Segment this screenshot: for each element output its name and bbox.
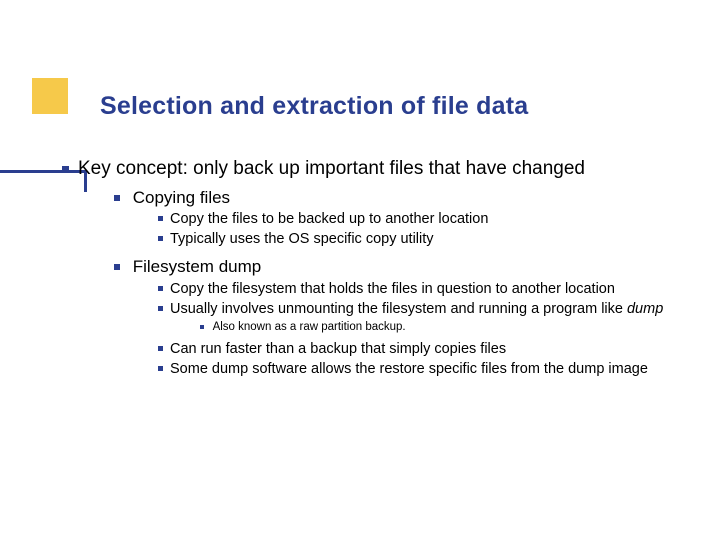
bullet-lvl2: Copy the files to be backed up to anothe… [158, 210, 690, 228]
bullet-lvl2: Can run faster than a backup that simply… [158, 340, 690, 358]
square-bullet-icon [62, 166, 69, 173]
lvl0-text: Key concept: only back up important file… [78, 158, 690, 181]
square-bullet-icon [114, 264, 120, 270]
lvl2-text: Can run faster than a backup that simply… [170, 340, 690, 358]
lvl2-text: Usually involves unmounting the filesyst… [170, 300, 690, 318]
bullet-lvl1: Copying files [114, 187, 690, 208]
bullet-lvl2: Copy the filesystem that holds the files… [158, 280, 690, 298]
decor-square [32, 78, 68, 114]
square-bullet-icon [158, 216, 163, 221]
bullet-lvl1: Filesystem dump [114, 256, 690, 277]
lvl1-text: Copying files [133, 188, 230, 207]
lvl2-text: Some dump software allows the restore sp… [170, 360, 690, 378]
bullet-lvl2: Some dump software allows the restore sp… [158, 360, 690, 378]
bullet-lvl3: Also known as a raw partition backup. [200, 320, 690, 334]
lvl2-text: Typically uses the OS specific copy util… [170, 230, 690, 248]
square-bullet-icon [200, 325, 204, 329]
lvl3-text: Also known as a raw partition backup. [213, 321, 406, 333]
bullet-lvl2: Typically uses the OS specific copy util… [158, 230, 690, 248]
slide-body: Key concept: only back up important file… [62, 158, 690, 378]
square-bullet-icon [158, 366, 163, 371]
square-bullet-icon [158, 286, 163, 291]
slide-title: Selection and extraction of file data [100, 92, 528, 121]
bullet-lvl0: Key concept: only back up important file… [62, 158, 690, 181]
square-bullet-icon [158, 346, 163, 351]
square-bullet-icon [114, 195, 120, 201]
lvl2-text: Copy the filesystem that holds the files… [170, 280, 690, 298]
slide: Selection and extraction of file data Ke… [0, 0, 720, 540]
lvl2-text: Copy the files to be backed up to anothe… [170, 210, 690, 228]
square-bullet-icon [158, 236, 163, 241]
lvl1-text: Filesystem dump [133, 257, 261, 276]
bullet-lvl2: Usually involves unmounting the filesyst… [158, 300, 690, 318]
square-bullet-icon [158, 306, 163, 311]
